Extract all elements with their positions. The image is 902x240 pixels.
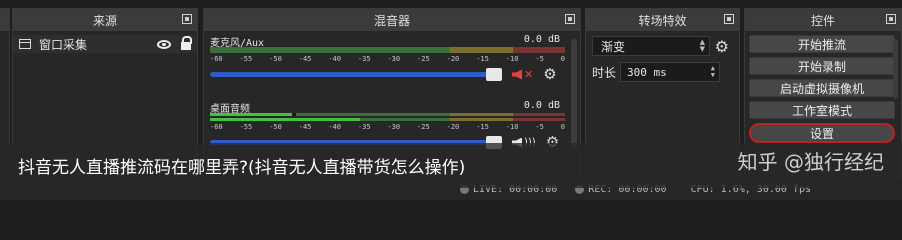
start-virtual-camera-button[interactable]: 启动虚拟摄像机	[749, 79, 895, 97]
controls-title: 控件	[810, 13, 835, 28]
transitions-title: 转场特效	[638, 13, 687, 28]
meter-ticks: -60 -55 -50 -45 -40 -35 -30 -25 -20 -15 -10 -5 0	[210, 123, 565, 131]
studio-mode-button[interactable]: 工作室模式	[749, 101, 895, 119]
left-edge-header	[0, 9, 9, 31]
speaker-muted-icon[interactable]	[512, 69, 522, 80]
meter-ticks: -60 -55 -50 -45 -40 -35 -30 -25 -20 -15 -10 -5 0	[210, 55, 565, 63]
volume-slider[interactable]	[210, 68, 502, 81]
sources-title: 来源	[92, 13, 117, 28]
undock-icon[interactable]	[565, 14, 575, 24]
controls-scrollbar[interactable]	[893, 39, 898, 99]
controls-header: 控件	[745, 9, 901, 31]
lock-icon[interactable]	[181, 36, 192, 50]
visibility-eye-icon[interactable]	[157, 39, 171, 49]
channel-name: 麦克风/Aux	[210, 38, 265, 49]
start-streaming-button[interactable]: 开始推流	[749, 35, 895, 53]
channel-name: 桌面音频	[210, 104, 250, 115]
start-recording-button[interactable]: 开始录制	[749, 57, 895, 75]
window-capture-icon	[19, 39, 31, 49]
sources-header: 来源	[13, 9, 197, 31]
caption-text: 抖音无人直播推流码在哪里弄?(抖音无人直播带货怎么操作)	[18, 158, 466, 178]
transitions-header: 转场特效	[586, 9, 739, 31]
undock-icon[interactable]	[182, 14, 192, 24]
undock-icon[interactable]	[886, 14, 896, 24]
gear-icon[interactable]: ⚙	[543, 67, 556, 82]
undock-icon[interactable]	[724, 14, 734, 24]
duration-label: 时长	[592, 65, 617, 80]
source-item-label: 窗口采集	[39, 37, 88, 52]
source-item[interactable]: 窗口采集	[13, 35, 197, 53]
watermark-text: 知乎 @独行经纪	[737, 150, 884, 174]
chevron-updown-icon: ▲ ▼	[699, 38, 705, 53]
audio-meter	[210, 113, 574, 121]
mixer-header: 混音器	[204, 9, 580, 31]
mixer-scrollbar[interactable]	[571, 39, 577, 149]
channel-level: 0.0 dB	[523, 100, 560, 111]
channel-level: 0.0 dB	[523, 34, 560, 45]
stepper-icon[interactable]: ▲ ▼	[711, 65, 715, 79]
settings-button[interactable]: 设置	[749, 123, 895, 143]
gear-icon[interactable]: ⚙	[715, 37, 729, 56]
duration-input[interactable]: 300 ms ▲ ▼	[620, 62, 720, 82]
transition-select[interactable]: 渐变 ▲ ▼	[592, 36, 710, 56]
transition-select-value: 渐变	[601, 39, 626, 54]
duration-value: 300 ms	[627, 65, 667, 79]
mixer-title: 混音器	[373, 13, 410, 28]
volume-slider-handle[interactable]	[486, 68, 502, 81]
mute-x-icon: ✕	[524, 68, 534, 81]
mixer-channel-mic: 麦克风/Aux 0.0 dB -60 -55 -50 -45 -40 -35 -30 -25-…	[204, 31, 580, 89]
audio-meter	[210, 47, 574, 53]
